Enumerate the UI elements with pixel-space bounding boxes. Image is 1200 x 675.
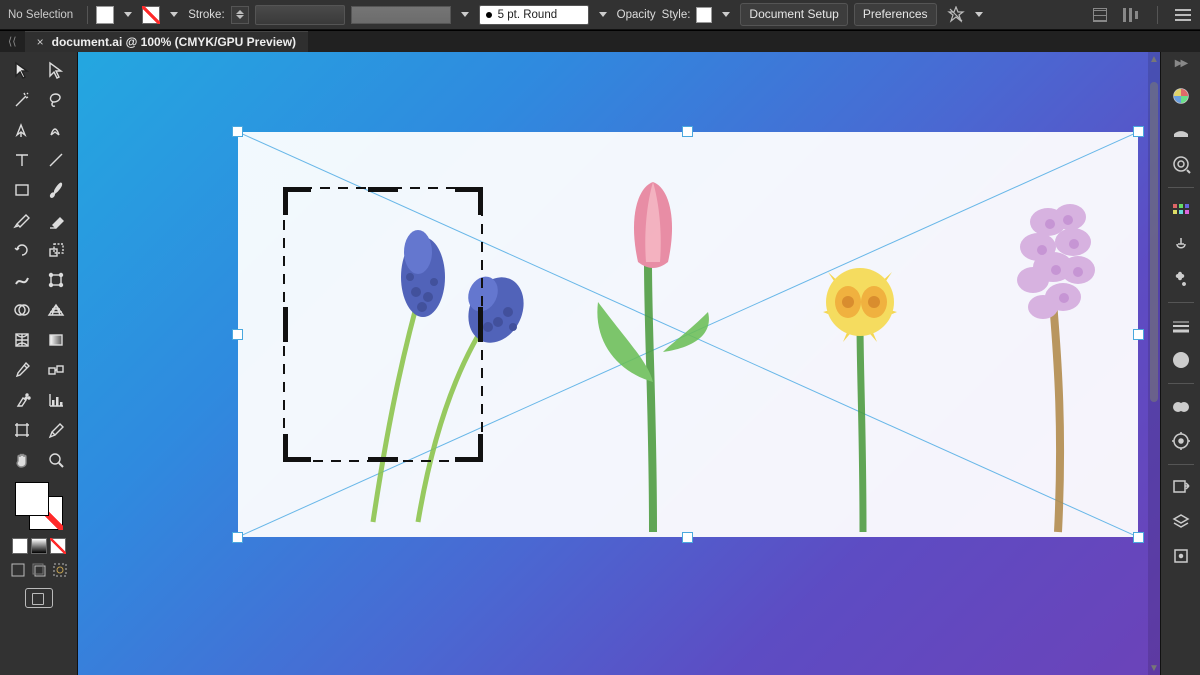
- hand-tool[interactable]: [6, 446, 38, 474]
- direct-selection-tool[interactable]: [40, 56, 72, 84]
- panel-dock: ▶▶: [1160, 52, 1200, 675]
- swatches-panel-icon[interactable]: [1168, 200, 1194, 222]
- color-mode-none[interactable]: [50, 538, 66, 554]
- scroll-thumb[interactable]: [1150, 82, 1158, 402]
- column-graph-tool[interactable]: [40, 386, 72, 414]
- blend-tool[interactable]: [40, 356, 72, 384]
- stroke-panel-icon[interactable]: [1168, 315, 1194, 337]
- illustrator-app: No Selection Stroke: 5 pt. Round Opacity…: [0, 0, 1200, 675]
- screen-mode-icon[interactable]: [25, 588, 53, 608]
- curvature-tool[interactable]: [40, 116, 72, 144]
- stroke-weight-dropdown[interactable]: [255, 5, 345, 25]
- style-label: Style:: [662, 9, 691, 21]
- handle-bottom-right[interactable]: [1133, 532, 1144, 543]
- document-tabs: ⟨⟨ × document.ai @ 100% (CMYK/GPU Previe…: [0, 30, 1200, 52]
- handle-top-left[interactable]: [232, 126, 243, 137]
- mesh-tool[interactable]: [6, 326, 38, 354]
- align-pin-icon[interactable]: [947, 6, 965, 24]
- rotate-tool[interactable]: [6, 236, 38, 264]
- tools-panel: [0, 52, 78, 675]
- stroke-label: Stroke:: [188, 9, 224, 21]
- symbol-sprayer-tool[interactable]: [6, 386, 38, 414]
- paintbrush-tool[interactable]: [40, 176, 72, 204]
- magic-wand-tool[interactable]: [6, 86, 38, 114]
- variable-width-profile-dropdown[interactable]: [351, 6, 451, 24]
- artboard-tool[interactable]: [6, 416, 38, 444]
- perspective-grid-tool[interactable]: [40, 296, 72, 324]
- draw-behind-icon[interactable]: [31, 562, 47, 578]
- arrange-documents-icon[interactable]: [1123, 6, 1141, 24]
- handle-top-middle[interactable]: [682, 126, 693, 137]
- eraser-tool[interactable]: [40, 206, 72, 234]
- preferences-button[interactable]: Preferences: [854, 3, 937, 26]
- cc-libraries-panel-icon[interactable]: [1168, 396, 1194, 418]
- gradient-tool[interactable]: [40, 326, 72, 354]
- free-transform-tool[interactable]: [40, 266, 72, 294]
- fill-stroke-control[interactable]: [15, 482, 63, 530]
- properties-panel-icon[interactable]: [1168, 153, 1194, 175]
- artboards-panel-icon[interactable]: [1168, 545, 1194, 567]
- eyedropper-tool[interactable]: [6, 356, 38, 384]
- fill-color-box[interactable]: [15, 482, 49, 516]
- color-mode-gradient[interactable]: [31, 538, 47, 554]
- collapse-panels-icon[interactable]: ▶▶: [1175, 58, 1186, 69]
- layers-panel-icon[interactable]: [1168, 511, 1194, 533]
- zoom-tool[interactable]: [40, 446, 72, 474]
- brush-definition-dropdown[interactable]: 5 pt. Round: [479, 5, 589, 25]
- document-setup-button[interactable]: Document Setup: [740, 3, 847, 26]
- opacity-label: Opacity: [617, 9, 656, 21]
- color-mode-color[interactable]: [12, 538, 28, 554]
- workarea: ▲ ▼ ▶▶: [0, 52, 1200, 675]
- crop-marquee[interactable]: [283, 187, 483, 462]
- collapse-tools-icon[interactable]: ⟨⟨: [8, 35, 17, 48]
- fill-dropdown-caret[interactable]: [124, 12, 132, 17]
- fill-swatch[interactable]: [96, 6, 114, 24]
- stroke-dropdown-caret[interactable]: [170, 12, 178, 17]
- selection-tool[interactable]: [6, 56, 38, 84]
- draw-inside-icon[interactable]: [52, 562, 68, 578]
- draw-modes: [10, 562, 68, 578]
- lasso-tool[interactable]: [40, 86, 72, 114]
- grid-options-icon[interactable]: [1091, 6, 1109, 24]
- stroke-swatch[interactable]: [142, 6, 160, 24]
- handle-middle-left[interactable]: [232, 329, 243, 340]
- rectangle-tool[interactable]: [6, 176, 38, 204]
- handle-top-right[interactable]: [1133, 126, 1144, 137]
- canvas[interactable]: ▲ ▼: [78, 52, 1160, 675]
- width-tool[interactable]: [6, 266, 38, 294]
- stroke-weight-stepper[interactable]: [231, 6, 249, 24]
- close-tab-icon[interactable]: ×: [37, 35, 44, 49]
- tab-document[interactable]: × document.ai @ 100% (CMYK/GPU Preview): [25, 31, 308, 52]
- brushes-panel-icon[interactable]: [1168, 234, 1194, 256]
- brush-icon: [486, 12, 492, 18]
- slice-tool[interactable]: [40, 416, 72, 444]
- color-guide-panel-icon[interactable]: [1168, 119, 1194, 141]
- pen-tool[interactable]: [6, 116, 38, 144]
- scale-tool[interactable]: [40, 236, 72, 264]
- handle-bottom-left[interactable]: [232, 532, 243, 543]
- tab-title: document.ai @ 100% (CMYK/GPU Preview): [52, 35, 296, 49]
- handle-middle-right[interactable]: [1133, 329, 1144, 340]
- gradient-panel-icon[interactable]: [1168, 349, 1194, 371]
- color-panel-icon[interactable]: [1168, 85, 1194, 107]
- panel-menu-icon[interactable]: [1174, 6, 1192, 24]
- graphic-style-swatch[interactable]: [696, 7, 712, 23]
- vertical-scrollbar[interactable]: ▲ ▼: [1148, 52, 1160, 675]
- color-mode-swatches: [12, 538, 66, 554]
- scroll-up-icon[interactable]: ▲: [1148, 52, 1160, 66]
- shape-builder-tool[interactable]: [6, 296, 38, 324]
- selection-status: No Selection: [8, 9, 73, 21]
- scroll-down-icon[interactable]: ▼: [1148, 661, 1160, 675]
- appearance-panel-icon[interactable]: [1168, 430, 1194, 452]
- draw-normal-icon[interactable]: [10, 562, 26, 578]
- type-tool[interactable]: [6, 146, 38, 174]
- line-segment-tool[interactable]: [40, 146, 72, 174]
- symbols-panel-icon[interactable]: [1168, 268, 1194, 290]
- shaper-tool[interactable]: [6, 206, 38, 234]
- handle-bottom-middle[interactable]: [682, 532, 693, 543]
- control-bar: No Selection Stroke: 5 pt. Round Opacity…: [0, 0, 1200, 30]
- asset-export-panel-icon[interactable]: [1168, 477, 1194, 499]
